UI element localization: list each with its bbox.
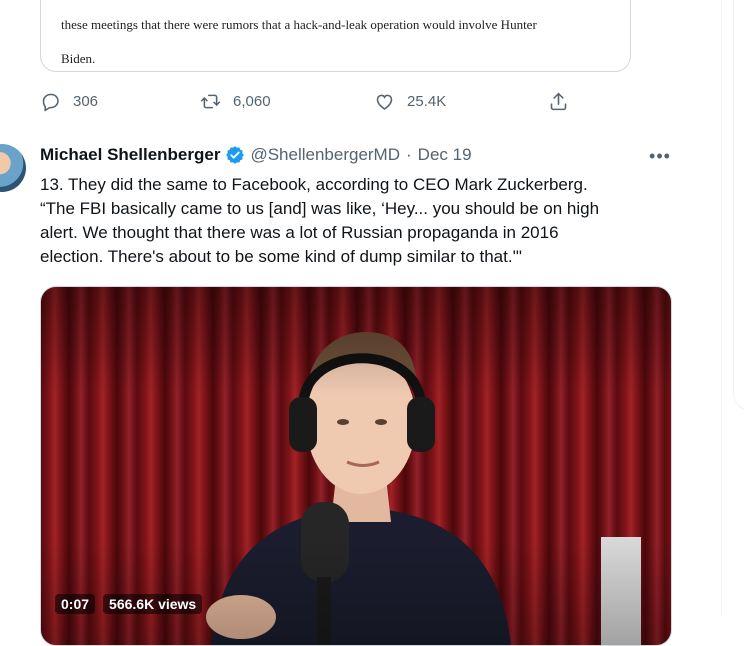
tweet-header: Michael Shellenberger @ShellenbergerMD ·… [40, 145, 472, 165]
video-player[interactable]: 0:07 566.6K views [40, 286, 672, 646]
like-count: 25.4K [407, 92, 447, 110]
quoted-document-card[interactable]: these meetings that there were rumors th… [40, 0, 631, 72]
video-timestamp: 0:07 [55, 594, 96, 614]
reply-icon [42, 93, 59, 112]
tweet-date[interactable]: Dec 19 [418, 145, 472, 165]
video-view-count: 566.6K views [103, 594, 203, 614]
right-sidebar-card [733, 0, 744, 410]
quoted-text-line: these meetings that there were rumors th… [61, 17, 537, 32]
author-handle[interactable]: @ShellenbergerMD [250, 145, 400, 165]
heart-icon [376, 94, 393, 110]
more-options-icon[interactable]: ••• [648, 144, 672, 168]
right-column-divider [721, 0, 722, 615]
share-icon [550, 92, 567, 110]
reply-count: 306 [73, 92, 99, 110]
reply-button[interactable]: 306 [40, 90, 98, 112]
author-name[interactable]: Michael Shellenberger [40, 145, 220, 165]
retweet-button[interactable]: 6,060 [200, 90, 271, 112]
verified-badge-icon [226, 146, 245, 164]
retweet-icon [200, 94, 221, 108]
share-button[interactable] [548, 90, 581, 112]
video-shade [41, 287, 671, 645]
like-button[interactable]: 25.4K [374, 90, 446, 112]
video-overlay-info: 0:07 566.6K views [55, 593, 203, 615]
quoted-text-line: Biden. [61, 51, 96, 66]
avatar[interactable] [0, 144, 26, 192]
tweet-text: 13. They did the same to Facebook, accor… [40, 175, 600, 266]
header-separator: · [406, 145, 412, 164]
retweet-count: 6,060 [233, 92, 271, 110]
